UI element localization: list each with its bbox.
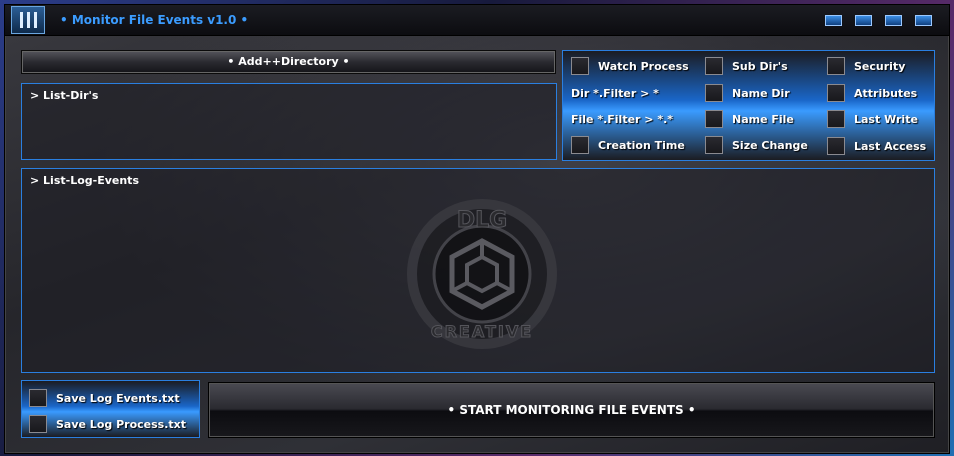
size-change-checkbox[interactable] — [705, 136, 723, 154]
save-log-events-label: Save Log Events.txt — [56, 392, 180, 405]
save-log-events-checkbox[interactable] — [29, 389, 47, 407]
last-access-checkbox[interactable] — [827, 137, 845, 155]
maximize-icon[interactable] — [885, 15, 902, 26]
attributes-checkbox[interactable] — [827, 84, 845, 102]
creation-time-checkbox[interactable] — [571, 136, 589, 154]
save-options-panel: Save Log Events.txt Save Log Process.txt — [21, 380, 200, 438]
close-icon[interactable] — [915, 15, 932, 26]
dir-filter-field[interactable]: Dir *.Filter > * — [571, 87, 659, 100]
sub-dirs-label: Sub Dir's — [732, 60, 788, 73]
file-filter-field[interactable]: File *.Filter > *.* — [571, 113, 673, 126]
name-file-label: Name File — [732, 113, 794, 126]
logo-bottom-text: CREATIVE — [431, 322, 533, 341]
save-log-process-checkbox[interactable] — [29, 415, 47, 433]
size-change-label: Size Change — [732, 139, 808, 152]
name-dir-label: Name Dir — [732, 87, 790, 100]
sub-dirs-checkbox[interactable] — [705, 57, 723, 75]
dir-list[interactable]: > List-Dir's — [21, 83, 557, 160]
dir-list-label: > List-Dir's — [30, 89, 99, 102]
options-panel: Watch Process Sub Dir's Security Dir *.F… — [562, 50, 935, 161]
last-write-checkbox[interactable] — [827, 110, 845, 128]
security-label: Security — [854, 60, 906, 73]
save-log-process-label: Save Log Process.txt — [56, 418, 186, 431]
restore-icon[interactable] — [855, 15, 872, 26]
logo-top-text: DLG — [457, 208, 507, 233]
last-access-label: Last Access — [854, 140, 927, 153]
dlg-creative-logo: DLG CREATIVE — [407, 199, 557, 349]
name-dir-checkbox[interactable] — [705, 84, 723, 102]
security-checkbox[interactable] — [827, 57, 845, 75]
last-write-label: Last Write — [854, 113, 918, 126]
minimize-icon[interactable] — [825, 15, 842, 26]
watch-process-label: Watch Process — [598, 60, 689, 73]
add-directory-button[interactable]: • Add++Directory • — [21, 50, 556, 74]
log-events-list[interactable]: > List-Log-Events DLG CREATIVE — [21, 168, 935, 373]
creation-time-label: Creation Time — [598, 139, 685, 152]
attributes-label: Attributes — [854, 87, 918, 100]
window-title: • Monitor File Events v1.0 • — [60, 13, 249, 27]
app-window: • Monitor File Events v1.0 • • Add++Dire… — [4, 4, 950, 454]
start-monitoring-button[interactable]: • START MONITORING FILE EVENTS • — [208, 382, 935, 438]
log-events-label: > List-Log-Events — [30, 174, 139, 187]
title-bar[interactable]: • Monitor File Events v1.0 • — [5, 5, 949, 36]
watch-process-checkbox[interactable] — [571, 57, 589, 75]
app-menu-icon[interactable] — [11, 6, 45, 34]
name-file-checkbox[interactable] — [705, 110, 723, 128]
